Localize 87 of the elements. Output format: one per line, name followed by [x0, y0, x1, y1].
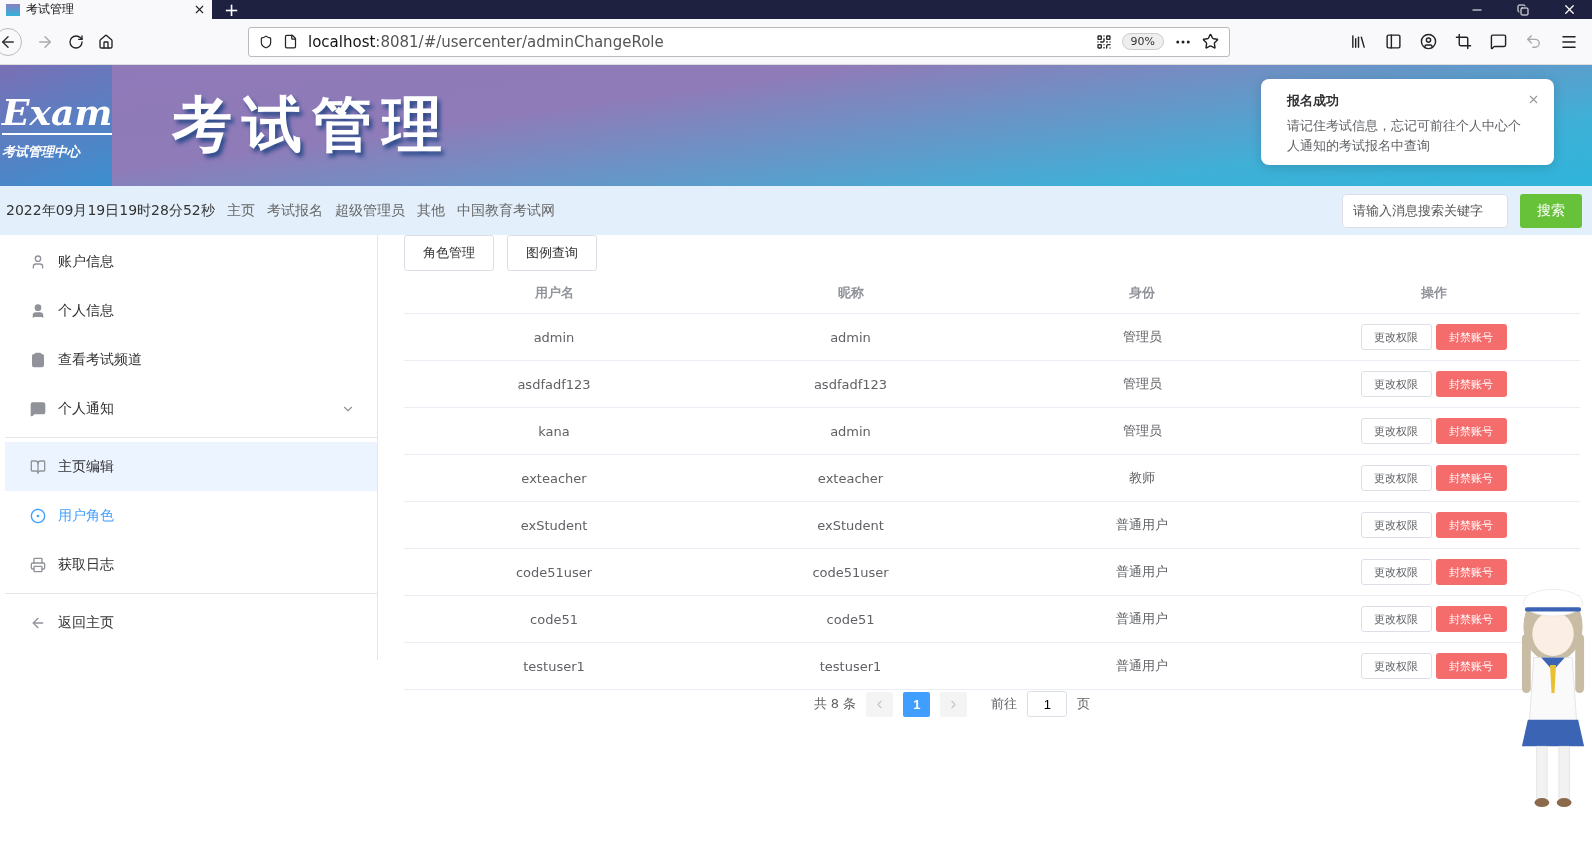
table-cell: testuser1: [523, 658, 585, 674]
page-suffix: 页: [1077, 695, 1091, 713]
sidebar-item[interactable]: 返回主页: [5, 598, 377, 647]
search-field[interactable]: 请输入消息搜索关键字: [1342, 193, 1508, 228]
zoom-level[interactable]: 90%: [1121, 33, 1164, 50]
goto-label: 前往: [991, 695, 1018, 713]
table-cell: exteacher: [521, 470, 587, 486]
tab-title: 考试管理: [26, 1, 75, 18]
shield-icon: [259, 34, 273, 49]
user-icon: [30, 302, 46, 319]
nav-link[interactable]: 其他: [416, 201, 445, 220]
page-icon: [283, 34, 298, 49]
table-cell: kana: [538, 423, 570, 439]
table-cell: 普通用户: [1116, 657, 1168, 675]
change-permission-button[interactable]: 更改权限: [1360, 324, 1432, 350]
logo-subtitle: 考试管理中心: [2, 142, 82, 161]
column-header: 操作: [1419, 284, 1448, 302]
sidebar-item[interactable]: 账户信息: [5, 237, 377, 286]
sidebar-item[interactable]: 获取日志: [5, 540, 377, 589]
notification-title: 报名成功: [1287, 92, 1340, 110]
table-cell: 普通用户: [1116, 563, 1168, 581]
table-cell: admin: [533, 329, 575, 345]
table-cell: 教师: [1129, 469, 1155, 487]
table-cell: code51user: [812, 564, 889, 580]
table-cell: asdfadf123: [813, 376, 888, 392]
url-text: localhost:8081/#/usercenter/adminChangeRole: [308, 32, 665, 51]
table-cell: 管理员: [1122, 422, 1162, 440]
datetime: 2022年09月19日19时28分52秒: [6, 201, 215, 220]
ring-icon: [30, 507, 46, 524]
change-permission-button[interactable]: 更改权限: [1360, 653, 1432, 679]
sidebar-item[interactable]: 个人信息: [5, 286, 377, 335]
reload-icon[interactable]: [68, 33, 84, 50]
nav-link[interactable]: 中国教育考试网: [456, 201, 555, 220]
nav-link[interactable]: 主页: [226, 201, 255, 220]
column-header: 昵称: [836, 284, 865, 302]
table-cell: 管理员: [1122, 375, 1162, 393]
column-header: 身份: [1128, 284, 1156, 302]
new-tab-button[interactable]: +: [212, 0, 252, 19]
book-icon: [30, 458, 46, 475]
table-cell: code51: [826, 611, 875, 627]
column-header: 用户名: [533, 284, 575, 302]
change-permission-button[interactable]: 更改权限: [1360, 559, 1432, 585]
clipboard-icon: [30, 351, 46, 368]
favicon-icon: [6, 3, 20, 16]
table-cell: testuser1: [819, 658, 882, 674]
toolbar-button[interactable]: 角色管理: [404, 235, 494, 271]
toolbar-button[interactable]: 图例查询: [507, 235, 597, 271]
crop-icon[interactable]: [1455, 33, 1472, 50]
change-permission-button[interactable]: 更改权限: [1360, 512, 1432, 538]
total-count: 共 8 条: [813, 695, 857, 713]
change-permission-button[interactable]: 更改权限: [1360, 371, 1432, 397]
nav-link[interactable]: 超级管理员: [334, 201, 405, 220]
table-cell: exteacher: [817, 470, 884, 486]
change-permission-button[interactable]: 更改权限: [1360, 606, 1432, 632]
qr-code-icon[interactable]: [1095, 33, 1112, 50]
logo-text: Exam: [2, 90, 112, 135]
table-cell: admin: [830, 423, 871, 439]
browser-tab[interactable]: 考试管理: [0, 0, 212, 19]
table-cell: exStudent: [520, 517, 588, 533]
table-cell: code51: [530, 611, 578, 627]
sidebar-item[interactable]: 主页编辑: [5, 442, 377, 491]
notification-message: 请记住考试信息，忘记可前往个人中心个人通知的考试报名中查询: [1287, 117, 1522, 155]
table-cell: code51user: [515, 564, 593, 580]
chat-icon: [30, 400, 46, 417]
sidebar-item[interactable]: 个人通知: [5, 384, 377, 433]
table-cell: 普通用户: [1116, 516, 1168, 534]
address-bar[interactable]: localhost:8081/#/usercenter/adminChangeRole 90%: [248, 26, 1230, 57]
printer-icon: [30, 556, 46, 573]
account-icon[interactable]: [1420, 33, 1437, 50]
table-cell: asdfadf123: [517, 376, 591, 392]
table-cell: 普通用户: [1116, 610, 1168, 628]
sidebar-icon[interactable]: [1385, 33, 1402, 50]
user-icon: [30, 253, 46, 270]
sidebar-item[interactable]: 查看考试频道: [5, 335, 377, 384]
star-icon[interactable]: [1202, 33, 1219, 50]
close-icon[interactable]: [193, 3, 206, 16]
nav-link[interactable]: 考试报名: [266, 201, 323, 220]
table-cell: exStudent: [817, 517, 884, 533]
library-icon[interactable]: [1350, 33, 1367, 50]
page-input[interactable]: 1: [1027, 691, 1068, 717]
table-cell: admin: [830, 329, 871, 345]
chat-icon[interactable]: [1490, 33, 1507, 50]
table-cell: 管理员: [1122, 328, 1162, 346]
change-permission-button[interactable]: 更改权限: [1360, 418, 1432, 444]
home-icon[interactable]: [98, 33, 114, 50]
site-title: 考试管理: [172, 88, 452, 161]
change-permission-button[interactable]: 更改权限: [1360, 465, 1432, 491]
